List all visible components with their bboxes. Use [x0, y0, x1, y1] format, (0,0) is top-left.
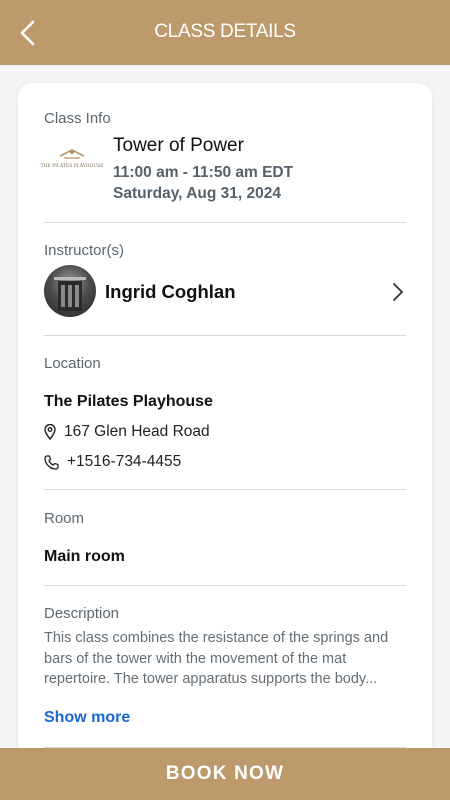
divider	[44, 489, 406, 490]
avatar-image-icon	[54, 277, 86, 311]
location-name: The Pilates Playhouse	[44, 393, 213, 410]
address-row[interactable]: 167 Glen Head Road	[44, 423, 210, 441]
class-info-label: Class Info	[44, 110, 111, 127]
top-app-bar: CLASS DETAILS	[0, 0, 450, 65]
room-name: Main room	[44, 548, 125, 565]
studio-logo-text: THE PILATES PLAYHOUSE	[40, 163, 104, 169]
show-more-link[interactable]: Show more	[44, 709, 130, 727]
page-title: CLASS DETAILS	[154, 21, 296, 42]
studio-logo-icon	[59, 148, 85, 159]
class-details-card: Class Info THE PILATES PLAYHOUSE Tower o…	[18, 83, 432, 783]
description-text: This class combines the resistance of th…	[44, 630, 389, 687]
instructor-row[interactable]: Ingrid Coghlan	[44, 265, 406, 319]
instructor-label: Instructor(s)	[44, 242, 125, 259]
class-time: 11:00 am - 11:50 am EDT	[113, 164, 294, 181]
address-text: 167 Glen Head Road	[64, 423, 210, 440]
room-label: Room	[44, 510, 85, 527]
class-date: Saturday, Aug 31, 2024	[113, 185, 281, 202]
chevron-right-icon	[393, 283, 403, 301]
location-label: Location	[44, 355, 101, 372]
studio-logo: THE PILATES PLAYHOUSE	[40, 139, 104, 175]
class-name: Tower of Power	[113, 135, 244, 156]
divider	[44, 222, 406, 223]
instructor-avatar	[44, 265, 96, 317]
map-pin-icon	[44, 424, 56, 440]
divider	[44, 585, 406, 586]
phone-icon	[44, 454, 59, 470]
instructor-name: Ingrid Coghlan	[105, 281, 236, 302]
phone-text: +1516-734-4455	[67, 453, 182, 470]
divider	[44, 335, 406, 336]
book-now-button[interactable]: BOOK NOW	[0, 748, 450, 800]
phone-row[interactable]: +1516-734-4455	[44, 453, 181, 471]
description-label: Description	[44, 605, 120, 622]
